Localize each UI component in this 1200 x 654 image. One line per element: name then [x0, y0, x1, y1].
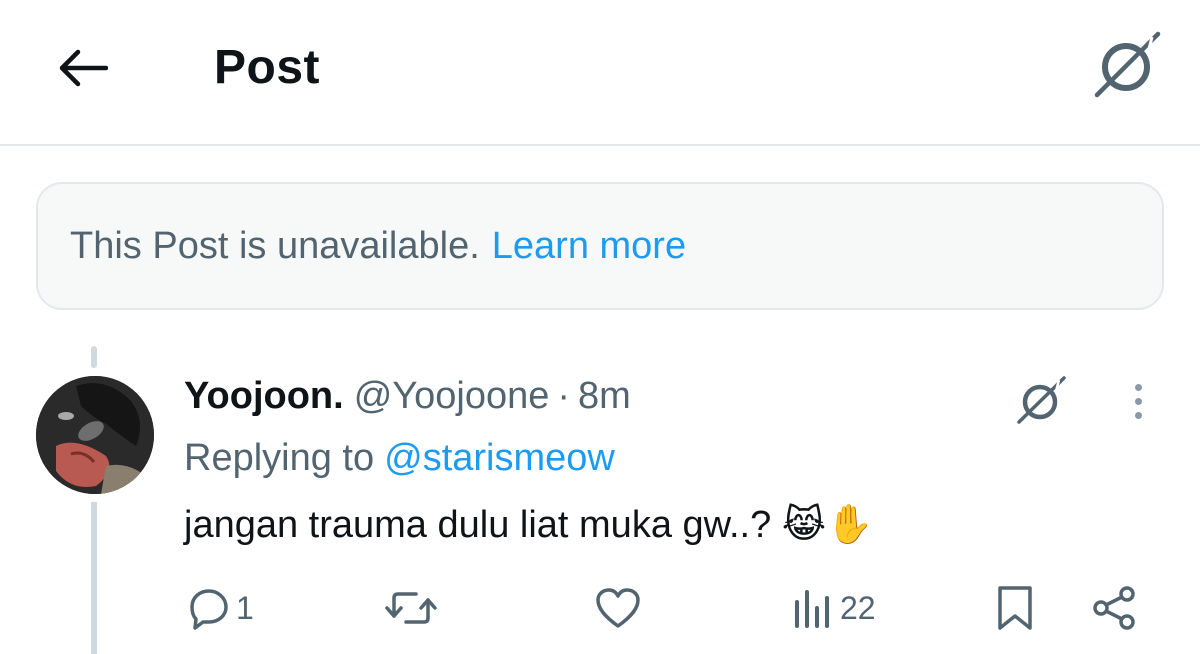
repost-icon	[385, 592, 437, 624]
notice-text: This Post is unavailable.	[70, 225, 480, 267]
replying-prefix: Replying to	[184, 437, 375, 479]
grok-icon	[1094, 31, 1161, 98]
replying-handle-link[interactable]: @starismeow	[384, 437, 615, 479]
views-count: 22	[840, 589, 876, 626]
reply-button[interactable]: 1	[186, 580, 254, 636]
views-button[interactable]: 22	[790, 580, 876, 636]
more-dot-icon	[1134, 411, 1142, 419]
grok-button[interactable]	[1090, 30, 1166, 100]
author-name[interactable]: Yoojoon.	[184, 375, 344, 417]
page-title: Post	[214, 41, 321, 94]
share-icon	[1093, 586, 1135, 630]
more-dot-icon	[1134, 383, 1142, 391]
separator-dot: ·	[557, 375, 571, 417]
reply-count: 1	[236, 589, 254, 626]
more-dot-icon	[1134, 397, 1142, 405]
avatar-image	[36, 376, 154, 494]
share-button[interactable]	[1090, 580, 1138, 636]
bookmark-button[interactable]	[994, 580, 1036, 636]
learn-more-link[interactable]: Learn more	[492, 222, 686, 270]
reply-icon	[190, 589, 228, 630]
thread-line-bottom	[91, 502, 97, 654]
post-header: Yoojoon. @Yoojoone · 8m	[184, 372, 631, 420]
heart-icon	[596, 588, 640, 628]
replying-to: Replying to @starismeow	[184, 434, 615, 482]
author-handle[interactable]: @Yoojoone	[354, 375, 550, 417]
like-button[interactable]	[594, 580, 646, 636]
post-text: jangan trauma dulu liat muka gw..? 😹✋	[184, 504, 874, 546]
timestamp[interactable]: 8m	[578, 375, 631, 417]
bookmark-icon	[998, 586, 1032, 630]
thread-line-top	[91, 346, 97, 368]
back-button[interactable]	[52, 40, 112, 96]
more-options-button[interactable]	[1118, 374, 1158, 428]
header-bar: Post	[0, 0, 1200, 146]
analytics-icon	[795, 590, 829, 628]
repost-button[interactable]	[384, 580, 442, 636]
unavailable-notice: This Post is unavailable. Learn more	[36, 182, 1164, 310]
post-grok-button[interactable]	[1010, 372, 1072, 428]
arrow-left-icon	[59, 49, 108, 87]
grok-icon	[1017, 376, 1066, 424]
avatar[interactable]	[36, 376, 154, 494]
